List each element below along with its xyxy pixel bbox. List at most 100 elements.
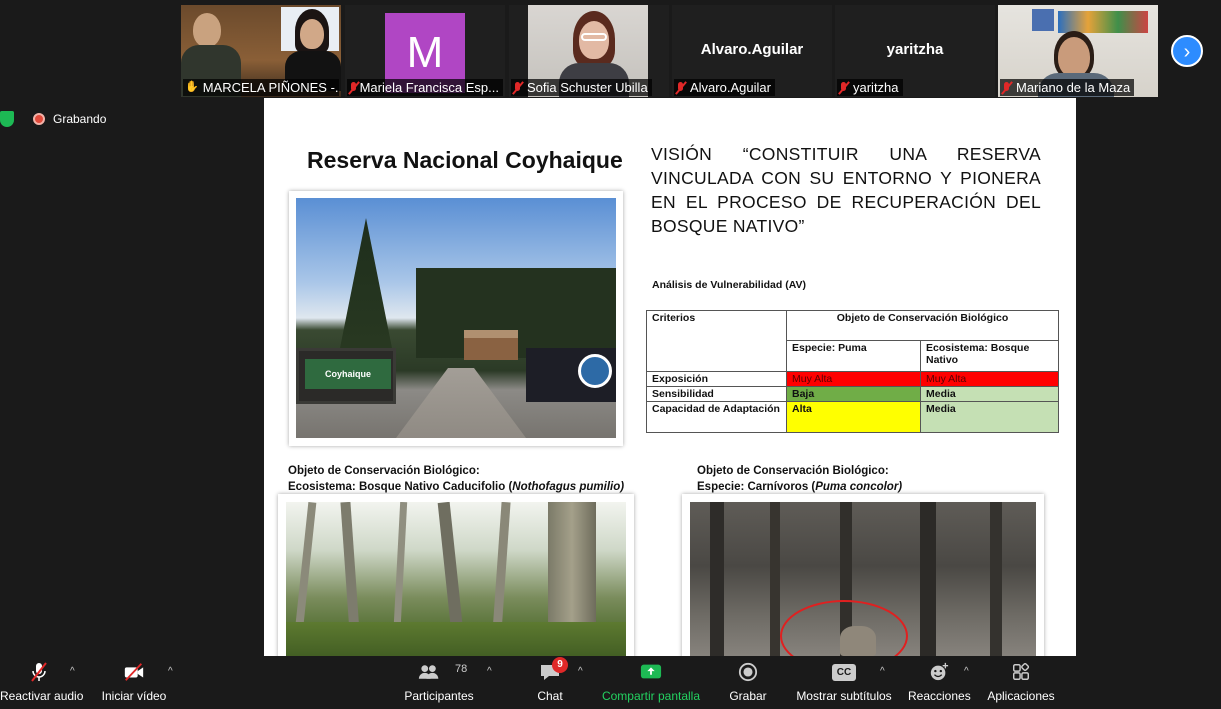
- caption-line: Especie: Carnívoros (Puma concolor): [697, 479, 902, 495]
- toolbar-label: Aplicaciones: [987, 689, 1055, 703]
- closed-captions-icon: CC: [832, 664, 856, 681]
- participant-name-label: ✋ MARCELA PIÑONES -...: [183, 79, 339, 96]
- highlight-circle: [780, 600, 908, 656]
- caption-line: Ecosistema: Bosque Nativo Caducifolio (N…: [288, 479, 624, 495]
- chat-button[interactable]: 9 Chat: [530, 656, 570, 709]
- photo-forest-frame: [278, 494, 634, 656]
- caption-forest: Objeto de Conservación Biológico: Ecosis…: [288, 463, 624, 495]
- caption-species: Nothofagus pumilio): [512, 481, 625, 493]
- recording-dot-icon: [33, 113, 45, 125]
- shared-screen-slide: Reserva Nacional Coyhaique VISIÓN “CONST…: [264, 98, 1076, 656]
- participants-button[interactable]: 78 Participantes: [402, 656, 476, 709]
- next-participants-button[interactable]: ›: [1171, 35, 1203, 67]
- chat-unread-badge: 9: [552, 657, 568, 673]
- participant-name-label: yaritzha: [837, 79, 903, 96]
- face: [193, 13, 221, 47]
- caption-text: Ecosistema: Bosque Nativo Caducifolio (: [288, 481, 513, 493]
- record-button[interactable]: Grabar: [726, 656, 770, 709]
- subtitles-options-caret[interactable]: ^: [880, 666, 885, 677]
- table-row: Sensibilidad Baja Media: [646, 386, 1059, 402]
- apps-button[interactable]: Aplicaciones: [986, 656, 1056, 709]
- table-cell: Baja: [786, 386, 921, 402]
- photo-reserve-entrance: Coyhaique: [296, 198, 616, 438]
- participant-name-label: Mariano de la Maza: [1000, 79, 1135, 96]
- share-screen-icon: [640, 664, 662, 679]
- microphone-muted-icon: [31, 662, 47, 682]
- conaf-logo: [578, 354, 612, 388]
- tree-trunk: [770, 502, 780, 656]
- photo-puma-frame: [682, 494, 1044, 656]
- unmute-audio-button[interactable]: Reactivar audio: [0, 656, 84, 709]
- tree: [336, 218, 396, 368]
- table-cell: Alta: [786, 401, 921, 433]
- chat-options-caret[interactable]: ^: [578, 666, 583, 677]
- caption-text: Especie: Carnívoros (: [697, 481, 816, 493]
- video-options-caret[interactable]: ^: [168, 666, 173, 677]
- caption-line: Objeto de Conservación Biológico:: [288, 465, 480, 477]
- record-icon: [738, 662, 758, 682]
- caption-line: Objeto de Conservación Biológico:: [697, 465, 889, 477]
- entrance-sign-right: [526, 348, 616, 402]
- participants-options-caret[interactable]: ^: [487, 666, 492, 677]
- participants-count: 78: [455, 663, 468, 675]
- face: [300, 19, 324, 49]
- wall-poster: [1032, 9, 1054, 31]
- raise-hand-icon: ✋: [185, 81, 199, 93]
- microphone-muted-icon: [513, 81, 523, 94]
- microphone-muted-icon: [349, 81, 356, 94]
- microphone-muted-icon: [839, 81, 849, 94]
- vulnerability-analysis-title: Análisis de Vulnerabilidad (AV): [652, 279, 807, 291]
- table-row: Exposición Muy Alta Muy Alta: [646, 371, 1059, 387]
- table-cell: Capacidad de Adaptación: [646, 401, 787, 433]
- toolbar-label: Reacciones: [908, 689, 971, 703]
- table-row: Capacidad de Adaptación Alta Media: [646, 401, 1059, 433]
- participant-display-name: Alvaro.Aguilar: [700, 41, 804, 58]
- apps-icon: [1013, 662, 1030, 680]
- participant-tile-1[interactable]: ✋ MARCELA PIÑONES -...: [181, 5, 341, 97]
- participant-name-label: Sofia Schuster Ubilla: [511, 79, 652, 96]
- table-cell: Muy Alta: [786, 371, 921, 387]
- microphone-muted-icon: [676, 81, 686, 94]
- table-header-cell: Ecosistema: Bosque Nativo: [920, 340, 1059, 372]
- reactions-options-caret[interactable]: ^: [964, 666, 969, 677]
- glasses: [581, 33, 607, 41]
- table-cell: Exposición: [646, 371, 787, 387]
- chevron-right-icon: ›: [1183, 41, 1191, 63]
- participant-tile-6[interactable]: Mariano de la Maza: [998, 5, 1158, 97]
- participant-tile-3[interactable]: Sofia Schuster Ubilla: [509, 5, 669, 97]
- slide-title: Reserva Nacional Coyhaique: [307, 147, 623, 173]
- recording-status: Grabando: [53, 112, 107, 126]
- tree-trunk: [710, 502, 724, 656]
- participants-icon: [418, 665, 438, 679]
- participant-tile-4[interactable]: Alvaro.Aguilar Alvaro.Aguilar: [672, 5, 832, 97]
- toolbar-label: Iniciar vídeo: [101, 689, 167, 703]
- toolbar-label: Reactivar audio: [0, 689, 84, 703]
- show-subtitles-button[interactable]: CC Mostrar subtítulos: [795, 656, 893, 709]
- caption-puma: Objeto de Conservación Biológico: Especi…: [697, 463, 902, 495]
- participant-strip: ✋ MARCELA PIÑONES -... M Mariela Francis…: [0, 0, 1221, 98]
- participant-tile-2[interactable]: M Mariela Francisca Esp...: [345, 5, 505, 97]
- participant-tile-5[interactable]: yaritzha yaritzha: [835, 5, 995, 97]
- audio-options-caret[interactable]: ^: [70, 666, 75, 677]
- microphone-muted-icon: [1002, 81, 1012, 94]
- vulnerability-table: Criterios Objeto de Conservación Biológi…: [646, 310, 1059, 433]
- photo-forest: [286, 502, 626, 656]
- table-cell: Media: [920, 401, 1059, 433]
- table-header-row: Criterios Objeto de Conservación Biológi…: [646, 310, 1059, 372]
- meeting-toolbar: Reactivar audio ^ Iniciar vídeo ^ 78 Par…: [0, 656, 1221, 709]
- table-cell: Sensibilidad: [646, 386, 787, 402]
- photo-puma-camera-trap: [690, 502, 1036, 656]
- toolbar-label: Grabar: [729, 689, 767, 703]
- share-screen-button[interactable]: Compartir pantalla: [600, 656, 702, 709]
- table-header-cell: Objeto de Conservación Biológico: [786, 310, 1059, 341]
- face: [1058, 37, 1090, 77]
- video-camera-off-icon: [124, 663, 144, 681]
- table-cell: Muy Alta: [920, 371, 1059, 387]
- wall-poster: [1058, 11, 1148, 33]
- participant-name-label: Alvaro.Aguilar: [674, 79, 775, 96]
- photo-reserve-entrance-frame: Coyhaique: [289, 191, 623, 446]
- start-video-button[interactable]: Iniciar vídeo: [100, 656, 168, 709]
- reactions-button[interactable]: Reacciones: [908, 656, 971, 709]
- security-shield-icon[interactable]: [0, 111, 14, 127]
- table-cell: Media: [920, 386, 1059, 402]
